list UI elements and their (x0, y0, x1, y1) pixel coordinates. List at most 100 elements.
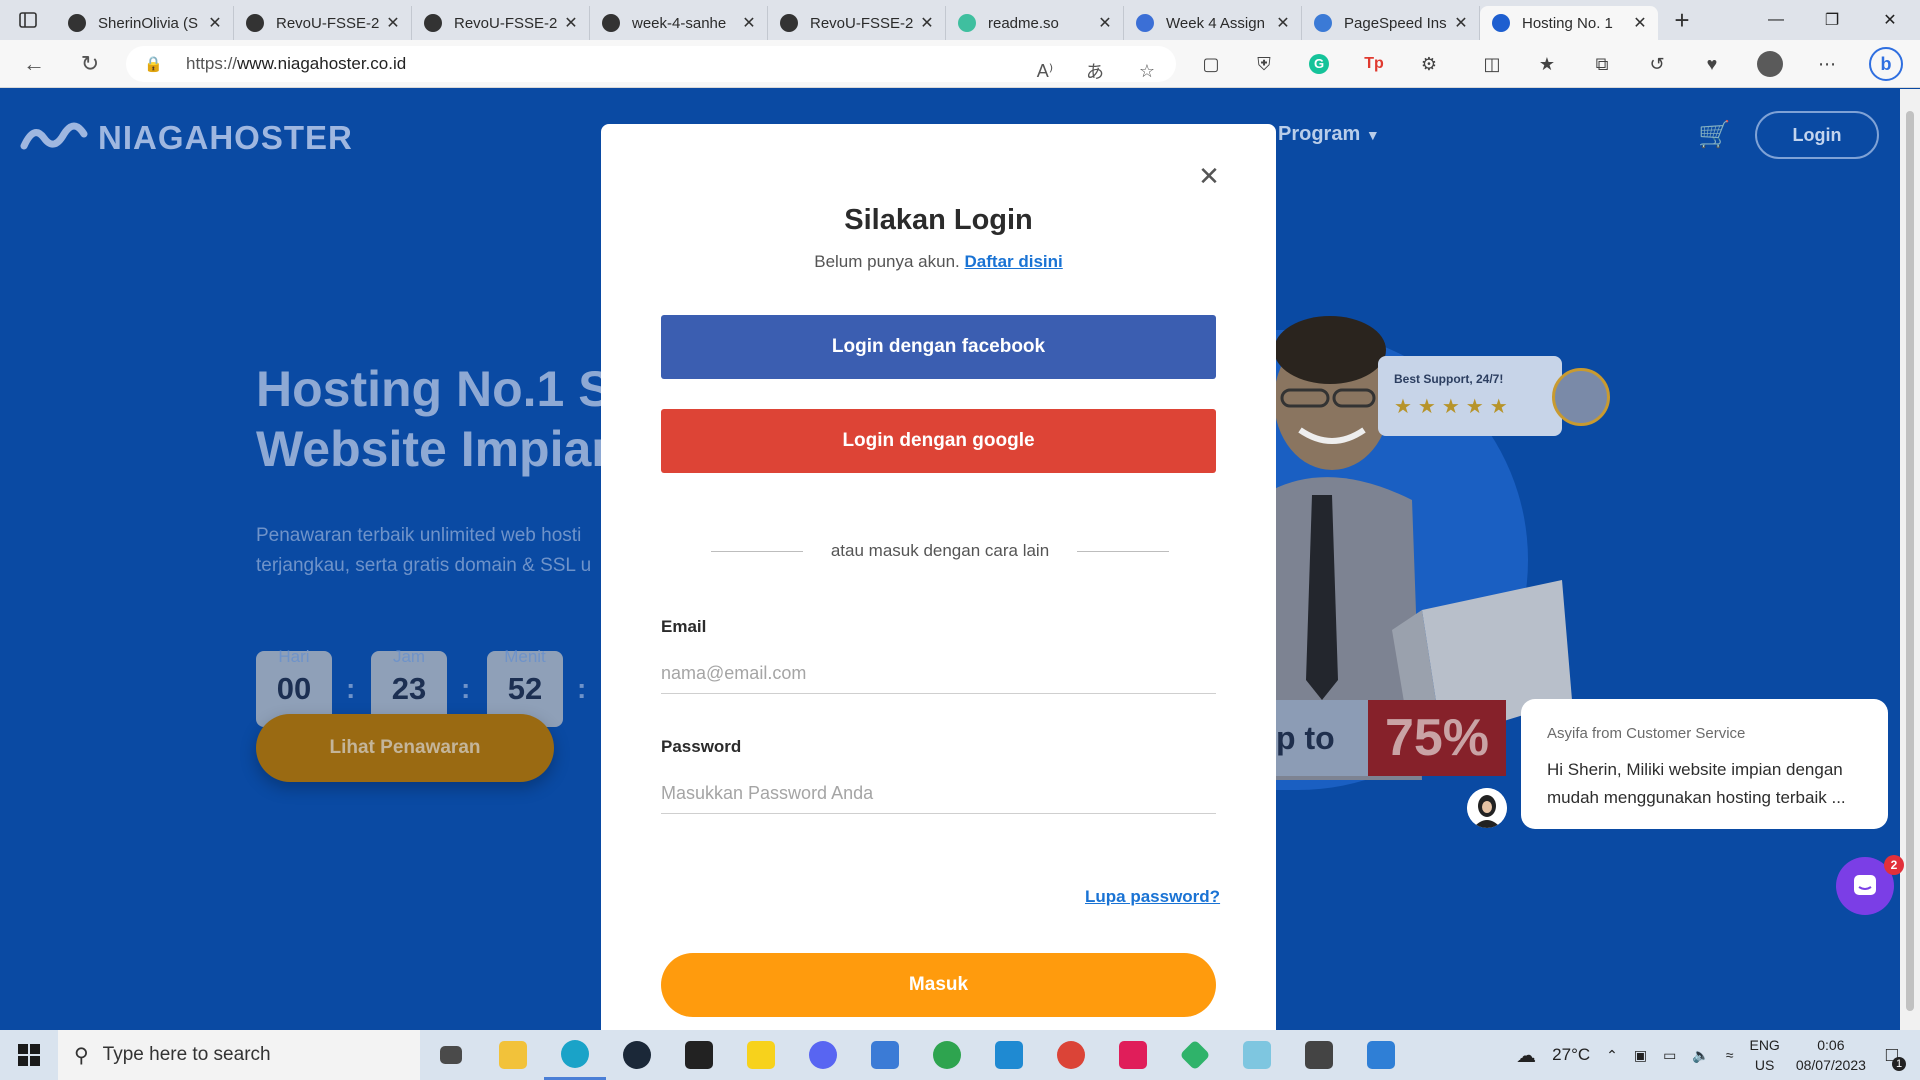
bing-copilot-icon[interactable]: b (1868, 46, 1904, 82)
git-app-icon[interactable] (1164, 1030, 1226, 1080)
weather-temp[interactable]: 27°C (1552, 1045, 1590, 1065)
taskbar-search[interactable]: ⚲ Type here to search (58, 1030, 420, 1080)
minimize-icon[interactable]: — (1748, 0, 1804, 40)
browser-tab[interactable]: Week 4 Assign ✕ (1124, 6, 1302, 40)
register-prompt-text: Belum punya akun. (814, 252, 960, 271)
taskbar-clock[interactable]: 0:06 08/07/2023 (1796, 1035, 1866, 1075)
sticky-notes-icon[interactable] (730, 1030, 792, 1080)
tab-close-icon[interactable]: ✕ (919, 13, 935, 33)
profile-avatar[interactable] (1756, 50, 1784, 78)
clock-date: 08/07/2023 (1795, 1057, 1866, 1073)
back-icon[interactable]: ← (18, 48, 50, 80)
language-indicator[interactable]: ENG US (1749, 1035, 1779, 1075)
browser-tab[interactable]: PageSpeed Ins ✕ (1302, 6, 1480, 40)
performance-icon[interactable]: ♥ (1698, 50, 1726, 78)
masuk-submit-button[interactable]: Masuk (661, 953, 1216, 1017)
discord-icon[interactable] (792, 1030, 854, 1080)
support-card-title: Best Support, 24/7! (1394, 372, 1504, 386)
browser-tab[interactable]: RevoU-FSSE-2 ✕ (768, 6, 946, 40)
shield-icon[interactable]: ⛨ (1250, 50, 1278, 78)
refresh-app-icon[interactable] (916, 1030, 978, 1080)
wifi-icon[interactable]: ≈ (1726, 1047, 1734, 1063)
notepad-icon[interactable] (1226, 1030, 1288, 1080)
more-menu-icon[interactable]: ⋯ (1813, 50, 1841, 78)
tab-close-icon[interactable]: ✕ (207, 13, 223, 33)
camera-app-icon[interactable] (1288, 1030, 1350, 1080)
task-view-icon[interactable] (420, 1030, 482, 1080)
volume-muted-icon[interactable]: 🔈 (1692, 1047, 1709, 1064)
login-facebook-button[interactable]: Login dengan facebook (661, 315, 1216, 379)
read-aloud-icon[interactable]: A⁾ (1032, 58, 1058, 84)
email-field[interactable] (661, 654, 1216, 694)
windows-start-icon[interactable] (0, 1030, 58, 1080)
browser-tab[interactable]: week-4-sanhe ✕ (590, 6, 768, 40)
promo-percent: 75% (1368, 700, 1506, 776)
lihat-penawaran-button[interactable]: Lihat Penawaran (256, 714, 554, 782)
login-google-button[interactable]: Login dengan google (661, 409, 1216, 473)
cart-icon[interactable]: 🛒 (1698, 119, 1730, 150)
chevron-up-icon[interactable]: ⌃ (1606, 1047, 1618, 1064)
image-viewer-icon[interactable] (1350, 1030, 1412, 1080)
chrome-icon[interactable] (1040, 1030, 1102, 1080)
url-prefix: https:// (186, 54, 238, 73)
refresh-icon[interactable]: ↻ (74, 48, 106, 80)
browser-tab[interactable]: SherinOlivia (S ✕ (56, 6, 234, 40)
taskbar-search-placeholder: Type here to search (102, 1044, 271, 1065)
steam-icon[interactable] (606, 1030, 668, 1080)
chat-message-bubble[interactable]: Asyifa from Customer Service Hi Sherin, … (1521, 699, 1888, 829)
password-field[interactable] (661, 774, 1216, 814)
extension-box-icon[interactable]: ▢ (1197, 50, 1225, 78)
vscode-icon[interactable] (978, 1030, 1040, 1080)
tab-close-icon[interactable]: ✕ (1275, 13, 1291, 33)
language-top: ENG (1749, 1037, 1780, 1053)
close-icon[interactable]: ✕ (1195, 161, 1223, 191)
tab-close-icon[interactable]: ✕ (385, 13, 401, 33)
github-icon (246, 14, 264, 32)
niagahoster-logo[interactable]: NIAGAHOSTER (20, 119, 353, 157)
header-login-button[interactable]: Login (1755, 111, 1879, 159)
alt-login-divider: atau masuk dengan cara lain (711, 541, 1169, 561)
favorite-star-icon[interactable]: ☆ (1134, 58, 1160, 84)
nav-program-menu[interactable]: Program ▼ (1278, 123, 1380, 146)
collections-icon[interactable]: ⧉ (1588, 50, 1616, 78)
tab-close-icon[interactable]: ✕ (563, 13, 579, 33)
browser-tab-title: Hosting No. 1 (1522, 14, 1613, 32)
split-screen-icon[interactable]: ◫ (1478, 50, 1506, 78)
tab-close-icon[interactable]: ✕ (741, 13, 757, 33)
tab-close-icon[interactable]: ✕ (1632, 13, 1648, 33)
new-tab-button[interactable]: + (1658, 5, 1706, 36)
epic-games-icon[interactable] (668, 1030, 730, 1080)
notifications-icon[interactable]: □ 1 (1886, 1044, 1906, 1071)
chat-sender: Asyifa from Customer Service (1547, 725, 1746, 742)
tab-actions-icon[interactable] (0, 0, 56, 40)
translate-icon[interactable]: あ (1082, 58, 1108, 84)
favorites-icon[interactable]: ★ (1533, 50, 1561, 78)
weather-icon[interactable]: ☁ (1516, 1043, 1536, 1068)
page-scrollbar[interactable] (1900, 89, 1920, 1030)
clock-time: 0:06 (1817, 1037, 1845, 1053)
address-bar[interactable]: 🔒 https://www.niagahoster.co.id A⁾ あ ☆ (126, 46, 1176, 82)
file-explorer-icon[interactable] (482, 1030, 544, 1080)
url-host: www.niagahoster.co.id (237, 54, 407, 73)
grammarly-icon[interactable]: G (1305, 50, 1333, 78)
battery-icon[interactable]: ▭ (1663, 1047, 1676, 1064)
slack-icon[interactable] (1102, 1030, 1164, 1080)
browser-tab[interactable]: RevoU-FSSE-2 ✕ (234, 6, 412, 40)
browser-tab[interactable]: Hosting No. 1 ✕ (1480, 6, 1658, 40)
browser-tab[interactable]: RevoU-FSSE-2 ✕ (412, 6, 590, 40)
history-icon[interactable]: ↺ (1643, 50, 1671, 78)
register-link[interactable]: Daftar disini (965, 252, 1063, 271)
restore-icon[interactable]: ❐ (1804, 0, 1860, 40)
tab-close-icon[interactable]: ✕ (1097, 13, 1113, 33)
close-window-icon[interactable]: ✕ (1862, 0, 1918, 40)
browser-tab[interactable]: readme.so ✕ (946, 6, 1124, 40)
tab-close-icon[interactable]: ✕ (1453, 13, 1469, 33)
scrollbar-thumb[interactable] (1906, 111, 1914, 1011)
browser-tab-title: RevoU-FSSE-2 (276, 14, 379, 32)
tp-extension-icon[interactable]: Tp (1360, 50, 1388, 78)
forgot-password-link[interactable]: Lupa password? (1085, 887, 1220, 907)
meet-icon[interactable]: ▣ (1634, 1047, 1647, 1064)
photos-app-icon[interactable] (854, 1030, 916, 1080)
edge-browser-icon[interactable] (544, 1030, 606, 1080)
extensions-puzzle-icon[interactable]: ⚙ (1415, 50, 1443, 78)
